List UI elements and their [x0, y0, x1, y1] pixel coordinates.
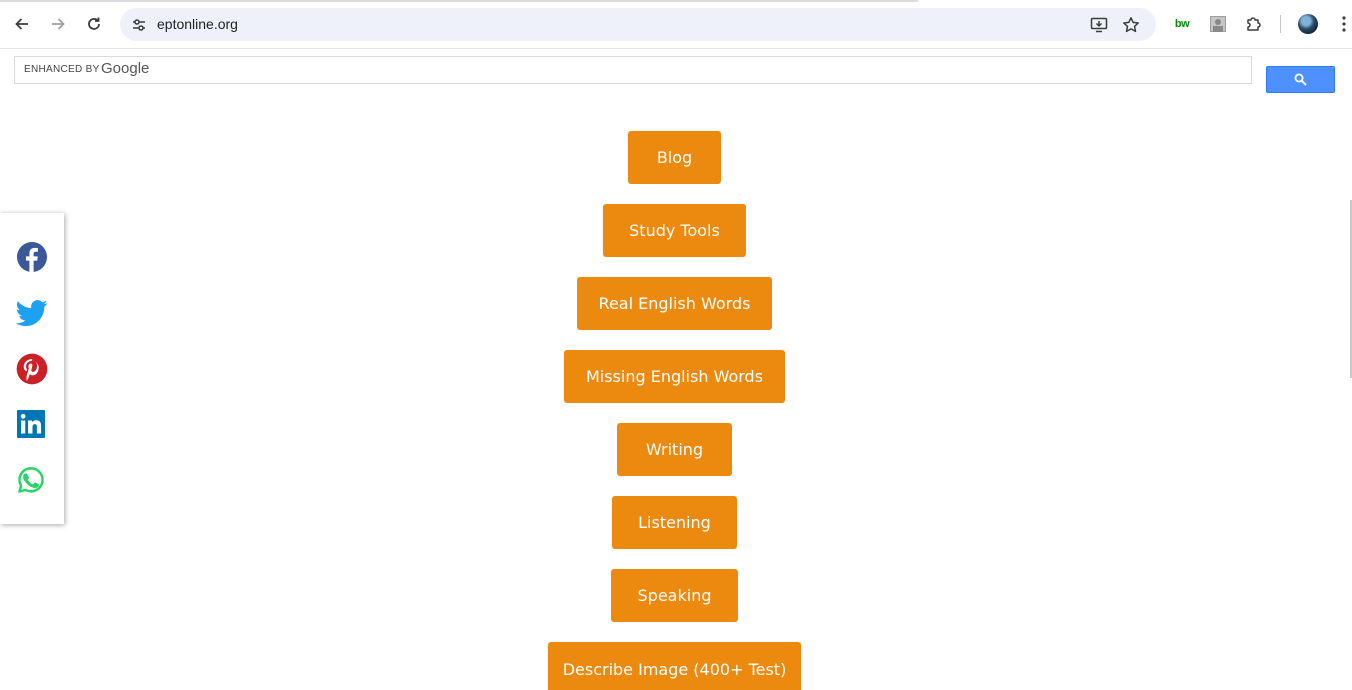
toolbar-separator	[1280, 15, 1281, 33]
url-text[interactable]: eptonline.org	[157, 16, 238, 32]
search-icon	[1294, 73, 1307, 86]
speaking-button[interactable]: Speaking	[611, 569, 738, 622]
linkedin-icon	[17, 410, 45, 438]
profile-button[interactable]	[1294, 10, 1322, 38]
blog-button[interactable]: Blog	[628, 131, 721, 184]
pinterest-share-button[interactable]	[16, 353, 48, 385]
avatar	[1298, 14, 1318, 34]
address-bar[interactable]: eptonline.org	[120, 8, 1156, 41]
search-button[interactable]	[1266, 66, 1335, 93]
search-input[interactable]: ENHANCED BY Google	[14, 56, 1252, 84]
forward-button[interactable]	[44, 10, 72, 38]
whatsapp-share-button[interactable]	[16, 465, 48, 497]
site-info-button[interactable]	[126, 12, 152, 38]
reload-icon	[88, 17, 100, 30]
puzzle-icon	[1247, 17, 1261, 31]
linkedin-share-button[interactable]	[16, 409, 48, 441]
tune-icon	[133, 19, 145, 31]
describe-image-button[interactable]: Describe Image (400+ Test)	[548, 642, 801, 690]
listening-button[interactable]: Listening	[612, 496, 737, 549]
extensions-menu-button[interactable]	[1240, 10, 1268, 38]
bw-extension-button[interactable]: bw	[1168, 10, 1196, 38]
extension-thumbnail-icon	[1210, 16, 1226, 32]
facebook-share-button[interactable]	[16, 241, 48, 273]
study-tools-button[interactable]: Study Tools	[603, 204, 746, 257]
pinterest-icon	[16, 353, 48, 385]
facebook-icon	[17, 242, 47, 272]
chrome-menu-button[interactable]	[1330, 10, 1352, 38]
back-button[interactable]	[8, 10, 36, 38]
install-app-button[interactable]	[1086, 12, 1112, 38]
google-logo: Google	[101, 60, 150, 77]
bookmark-button[interactable]	[1118, 12, 1144, 38]
twitter-share-button[interactable]	[15, 297, 48, 329]
social-share-sidebar	[0, 213, 64, 524]
writing-button[interactable]: Writing	[617, 423, 732, 476]
extension-button[interactable]	[1204, 10, 1232, 38]
missing-english-words-button[interactable]: Missing English Words	[564, 350, 785, 403]
loading-bar	[0, 0, 918, 2]
install-icon	[1090, 17, 1108, 33]
bw-extension-label: bw	[1174, 18, 1190, 30]
star-icon	[1123, 17, 1139, 33]
whatsapp-icon	[18, 467, 44, 493]
back-arrow-icon	[15, 18, 28, 30]
more-vert-icon	[1342, 16, 1346, 32]
twitter-icon	[15, 300, 48, 327]
forward-arrow-icon	[52, 18, 65, 30]
reload-button[interactable]	[80, 10, 108, 38]
real-english-words-button[interactable]: Real English Words	[577, 277, 772, 330]
enhanced-by-label: ENHANCED BY	[24, 64, 100, 75]
browser-toolbar: eptonline.org bw	[0, 0, 1352, 49]
